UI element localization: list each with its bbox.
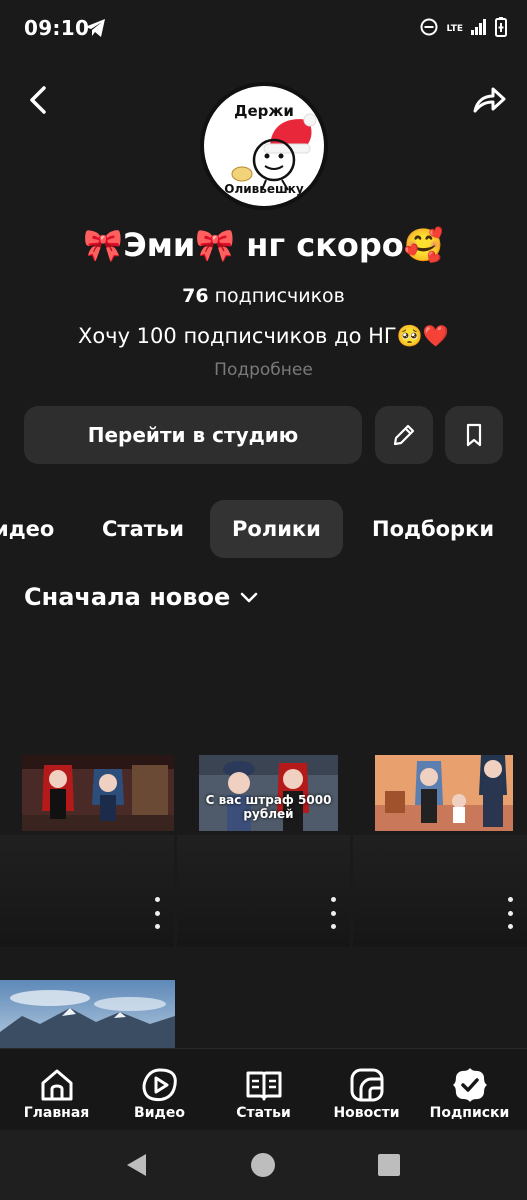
- nav-subscriptions[interactable]: Подписки: [417, 1049, 522, 1131]
- video-play-icon: [140, 1065, 180, 1105]
- subscriptions-check-icon: [450, 1065, 490, 1105]
- gacha-room-scene-image: [375, 755, 513, 831]
- avatar-caption-bottom: Оливьешку: [224, 182, 304, 196]
- channel-title: 🎀Эми🎀 нг скоро🥰: [83, 226, 444, 264]
- android-navigation-bar: [0, 1130, 527, 1200]
- subscribers-label: подписчиков: [214, 285, 345, 307]
- system-home-icon[interactable]: [250, 1152, 276, 1178]
- tab-shorts[interactable]: Ролики: [210, 500, 343, 558]
- go-to-studio-button[interactable]: Перейти в студию: [24, 406, 362, 464]
- articles-book-icon: [244, 1065, 284, 1105]
- short-thumbnail[interactable]: [22, 755, 174, 831]
- nav-label: Видео: [134, 1105, 185, 1121]
- short-card[interactable]: [0, 835, 174, 947]
- share-arrow-icon: [473, 87, 506, 113]
- tab-collections[interactable]: Подборки: [372, 500, 494, 558]
- chevron-down-icon: [240, 592, 258, 603]
- content-tabs: идео Статьи Ролики Подборки: [0, 500, 527, 558]
- short-thumbnail[interactable]: [0, 980, 175, 1048]
- nav-label: Подписки: [429, 1105, 510, 1121]
- nav-label: Новости: [333, 1105, 400, 1121]
- telegram-icon: [84, 18, 106, 42]
- bookmark-button[interactable]: [445, 406, 503, 464]
- sort-label: Сначала новое: [24, 583, 231, 611]
- nav-articles[interactable]: Статьи: [211, 1049, 316, 1131]
- short-card[interactable]: [177, 835, 350, 947]
- status-indicators: LTE: [420, 17, 507, 41]
- channel-avatar[interactable]: Держи Оливьешку: [200, 82, 328, 210]
- shorts-card-row: [0, 835, 527, 947]
- tab-videos[interactable]: идео: [0, 500, 54, 558]
- nav-label: Статьи: [236, 1105, 291, 1121]
- tab-articles[interactable]: Статьи: [102, 500, 184, 558]
- channel-description: Хочу 100 подписчиков до НГ🥺❤️: [77, 324, 450, 348]
- short-card[interactable]: [353, 835, 527, 947]
- do-not-disturb-icon: [420, 18, 438, 40]
- status-time: 09:10: [24, 16, 90, 40]
- short-thumbnail[interactable]: С вас штраф 5000 рублей: [199, 755, 338, 831]
- more-options-icon[interactable]: [325, 897, 341, 929]
- thumbnail-caption: С вас штраф 5000 рублей: [205, 793, 332, 821]
- nav-video[interactable]: Видео: [107, 1049, 212, 1131]
- sort-dropdown[interactable]: Сначала новое: [24, 583, 260, 611]
- edit-button[interactable]: [375, 406, 433, 464]
- system-back-icon[interactable]: [124, 1152, 150, 1178]
- more-details-link[interactable]: Подробнее: [0, 360, 527, 380]
- battery-icon: [495, 17, 507, 41]
- nav-home[interactable]: Главная: [4, 1049, 109, 1131]
- subscribers-count: 76: [182, 285, 209, 307]
- more-options-icon[interactable]: [502, 897, 518, 929]
- more-options-icon[interactable]: [149, 897, 165, 929]
- subscribers-count-line: 76 подписчиков: [0, 285, 527, 307]
- bookmark-icon: [466, 423, 482, 447]
- home-icon: [37, 1065, 77, 1105]
- chevron-left-icon: [30, 86, 46, 114]
- system-recents-icon[interactable]: [377, 1153, 401, 1177]
- nav-news[interactable]: Новости: [314, 1049, 419, 1131]
- gacha-scene-image: [22, 755, 174, 831]
- mountain-landscape-image: [0, 980, 175, 1048]
- news-icon: [347, 1065, 387, 1105]
- share-button[interactable]: [469, 80, 509, 120]
- signal-icon: [471, 19, 487, 39]
- shorts-thumbnail-row: С вас штраф 5000 рублей: [0, 755, 527, 831]
- status-bar: 09:10 LTE: [0, 0, 527, 60]
- bottom-navigation: Главная Видео Статьи Новости Подписки: [0, 1048, 527, 1130]
- back-button[interactable]: [20, 80, 60, 120]
- pencil-icon: [393, 424, 415, 446]
- short-thumbnail[interactable]: [375, 755, 513, 831]
- lte-icon: LTE: [446, 23, 463, 34]
- nav-label: Главная: [23, 1105, 90, 1121]
